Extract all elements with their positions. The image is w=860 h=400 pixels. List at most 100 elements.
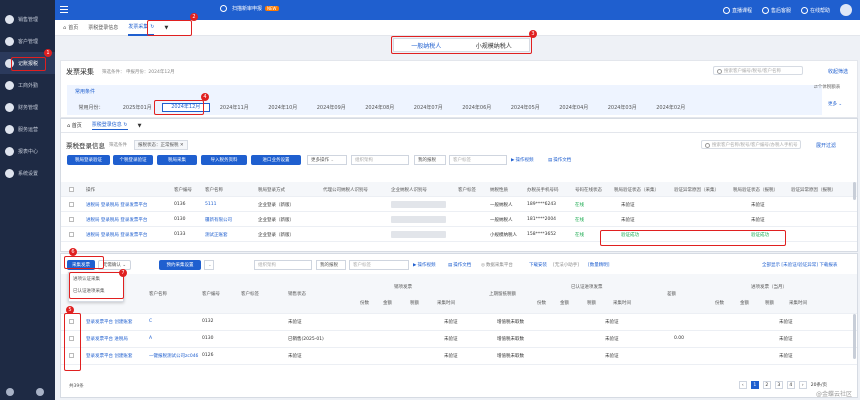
- filter-tag[interactable]: 报税状态：正常报税 ✕: [134, 140, 188, 150]
- page-1-button[interactable]: 1: [750, 381, 759, 389]
- doc-link-2[interactable]: ▤ 操作文档: [448, 262, 471, 269]
- sidebar-item-7[interactable]: 系统设置: [0, 162, 55, 184]
- doc-link[interactable]: ▤ 操作文档: [548, 157, 571, 164]
- sidebar-item-3[interactable]: 工商外勤: [0, 74, 55, 96]
- count-link[interactable]: [数量精明]: [588, 262, 610, 268]
- month-option[interactable]: 2024年09月: [307, 104, 356, 111]
- live-icon: [722, 6, 730, 14]
- live-link[interactable]: 直播课程: [722, 6, 752, 14]
- page-2-button[interactable]: 2: [762, 381, 771, 389]
- sidebar-item-4[interactable]: 财务管理: [0, 96, 55, 118]
- row-actions[interactable]: 登录发票平台 创建账套: [86, 353, 132, 359]
- scrollbar[interactable]: [853, 182, 856, 200]
- more-ops-dropdown[interactable]: 更多操作 ⌄: [307, 155, 347, 165]
- month-option[interactable]: 2024年10月: [259, 104, 308, 111]
- personal-tax-login-button[interactable]: 个税登录验证: [113, 155, 153, 165]
- tab-login-info[interactable]: 票税登录信息: [88, 20, 118, 36]
- expand-filter-link[interactable]: 展开过滤: [816, 142, 836, 149]
- personal-tax-link[interactable]: ⇄个体税额表: [814, 84, 840, 90]
- org-dropdown[interactable]: 组织架构: [351, 155, 409, 165]
- inner-tab-dropdown-icon[interactable]: ▼: [138, 123, 142, 129]
- video-link-2[interactable]: ▶ 操作视频: [413, 262, 435, 269]
- tab-home[interactable]: ⌂ 首页: [63, 20, 78, 36]
- fold-filter-link[interactable]: 收起筛选: [828, 68, 848, 75]
- page-3-button[interactable]: 3: [774, 381, 783, 389]
- avatar[interactable]: [840, 4, 852, 16]
- month-option[interactable]: 2024年03月: [598, 104, 647, 111]
- select-all-checkbox[interactable]: [69, 187, 74, 192]
- client-name-link[interactable]: 5111: [205, 202, 216, 207]
- org-dropdown-2[interactable]: 组织架构: [254, 260, 312, 270]
- menu-icon[interactable]: [60, 6, 68, 13]
- tax-bureau-login-button[interactable]: 税局登录验证: [67, 155, 110, 165]
- annotation-box-6: [64, 256, 104, 269]
- tax-collect-button[interactable]: 税局采集: [157, 155, 197, 165]
- search-input[interactable]: 搜索客户编号/税号/客户名称: [713, 66, 803, 75]
- watermark: @金蝶云社区: [815, 391, 852, 398]
- row-actions[interactable]: 登录发票平台 创建账套: [86, 319, 132, 325]
- month-option[interactable]: 2024年08月: [356, 104, 405, 111]
- row-actions[interactable]: 登录发票平台 进税局: [86, 336, 128, 342]
- row-checkbox[interactable]: [69, 202, 74, 207]
- month-option[interactable]: 2024年02月: [647, 104, 696, 111]
- table-row: 进税局 登录税局 登录发票平台 0136 5111 企业登录（新版） 一般纳税人 189*…: [61, 197, 857, 212]
- field-icon: [5, 80, 14, 90]
- sidebar-item-6[interactable]: 报表中心: [0, 140, 55, 162]
- client-name-link[interactable]: A: [149, 336, 152, 341]
- month-option[interactable]: 2024年07月: [404, 104, 453, 111]
- sales-icon: [5, 14, 14, 24]
- collect-dropdown[interactable]: ⌄: [204, 260, 214, 270]
- row-actions[interactable]: 进税局 登录税局 登录发票平台: [86, 232, 147, 238]
- collect-platform-link[interactable]: ◎ 数据采集平台: [481, 262, 513, 269]
- promo-text[interactable]: 扫描新审申报: [232, 5, 262, 12]
- scrollbar-2[interactable]: [853, 314, 856, 359]
- annotation-box-3: [391, 36, 532, 54]
- more-months-link[interactable]: 更多 ⌄: [828, 101, 842, 107]
- row-checkbox[interactable]: [69, 217, 74, 222]
- page-size-select[interactable]: 20条/页: [811, 382, 827, 388]
- row-checkbox[interactable]: [69, 232, 74, 237]
- client-search-input[interactable]: 搜索客户名称/税号/客户编号/办税人手机号: [701, 140, 801, 149]
- import-tax-data-button[interactable]: 导入税务资料: [201, 155, 247, 165]
- month-option[interactable]: 2024年05月: [501, 104, 550, 111]
- my-clients-dropdown-2[interactable]: 我的报税: [316, 260, 346, 270]
- annotation-box-4: [154, 100, 204, 115]
- client-name-link[interactable]: 疆新有限公司: [205, 217, 232, 223]
- gear-icon[interactable]: [36, 388, 44, 396]
- row-actions[interactable]: 进税局 登录税局 登录发票平台: [86, 217, 147, 223]
- new-badge: NEW: [265, 6, 279, 11]
- annotation-2: 2: [190, 13, 198, 21]
- support-link[interactable]: 售后客服: [761, 6, 791, 14]
- month-option[interactable]: 2024年04月: [550, 104, 599, 111]
- schedule-settings-button[interactable]: 预约采集设置: [159, 260, 201, 270]
- help-link[interactable]: 在线帮助: [800, 6, 830, 14]
- client-name-link[interactable]: C: [149, 319, 152, 324]
- collapse-icon[interactable]: [6, 388, 14, 396]
- client-name-link[interactable]: 测试正账套: [205, 232, 228, 238]
- helper-link[interactable]: [无法小助手]: [553, 262, 579, 268]
- client-tag-dropdown[interactable]: 客户标签: [449, 155, 507, 165]
- my-clients-dropdown[interactable]: 我的报税: [414, 155, 446, 165]
- prev-page-button[interactable]: ‹: [738, 381, 747, 389]
- table-row: 登录发票平台 创建账套 一键报税测试公司zc046 0126 未验证 未验证 增值税未取数…: [61, 348, 857, 365]
- month-option[interactable]: 2024年06月: [453, 104, 502, 111]
- client-name-link[interactable]: 一键报税测试公司zc046: [149, 353, 198, 359]
- row-actions[interactable]: 进税局 登录税局 登录发票平台: [86, 202, 147, 208]
- sidebar-item-0[interactable]: 销售管理: [0, 8, 55, 30]
- download-install-link[interactable]: 下载安装: [529, 262, 547, 268]
- right-links[interactable]: 全部显示 [未验证/验证异常] 下载报表: [762, 262, 837, 268]
- annotation-box-1: [11, 57, 46, 71]
- page-4-button[interactable]: 4: [786, 381, 795, 389]
- annotation-6: 6: [69, 248, 77, 256]
- inner-tab-login-info[interactable]: 票税登录信息 ↻: [91, 121, 128, 130]
- import-business-settings-button[interactable]: 进口业务设置: [251, 155, 301, 165]
- month-option[interactable]: 2024年11月: [210, 104, 259, 111]
- table-row: 进税局 登录税局 登录发票平台 0130 疆新有限公司 企业登录（新版） 一般纳税人 18…: [61, 212, 857, 227]
- next-page-button[interactable]: ›: [798, 381, 807, 389]
- video-link[interactable]: ▶ 操作视频: [511, 157, 533, 164]
- inner-tab-home[interactable]: ⌂ 首页: [67, 122, 82, 129]
- client-tag-dropdown-2[interactable]: 客户标签: [349, 260, 409, 270]
- home-icon: ⌂: [63, 24, 67, 31]
- sidebar-item-5[interactable]: 服务运营: [0, 118, 55, 140]
- masked-tax-id: [391, 201, 446, 208]
